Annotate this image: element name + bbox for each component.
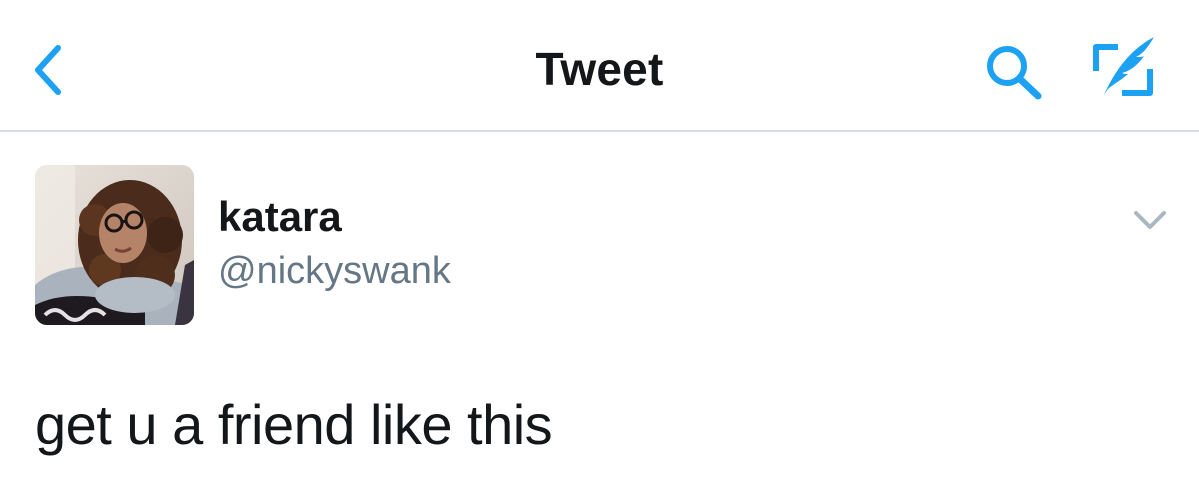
compose-tweet-button[interactable] [1088, 33, 1162, 101]
tweet-options-button[interactable] [1130, 205, 1170, 235]
tweet-text: get u a friend like this [35, 393, 553, 456]
avatar[interactable] [35, 165, 194, 325]
author-handle[interactable]: @nickyswank [218, 250, 451, 293]
search-icon [987, 46, 1042, 100]
chevron-down-icon [1134, 211, 1166, 229]
search-button[interactable] [983, 42, 1049, 102]
navigation-bar: Tweet [0, 0, 1199, 132]
tweet-detail-screen: Tweet katara @nickyswank get u a friend … [0, 0, 1199, 477]
avatar-photo [35, 165, 194, 325]
compose-tweet-icon [1093, 37, 1154, 96]
author-display-name[interactable]: katara [218, 193, 342, 241]
